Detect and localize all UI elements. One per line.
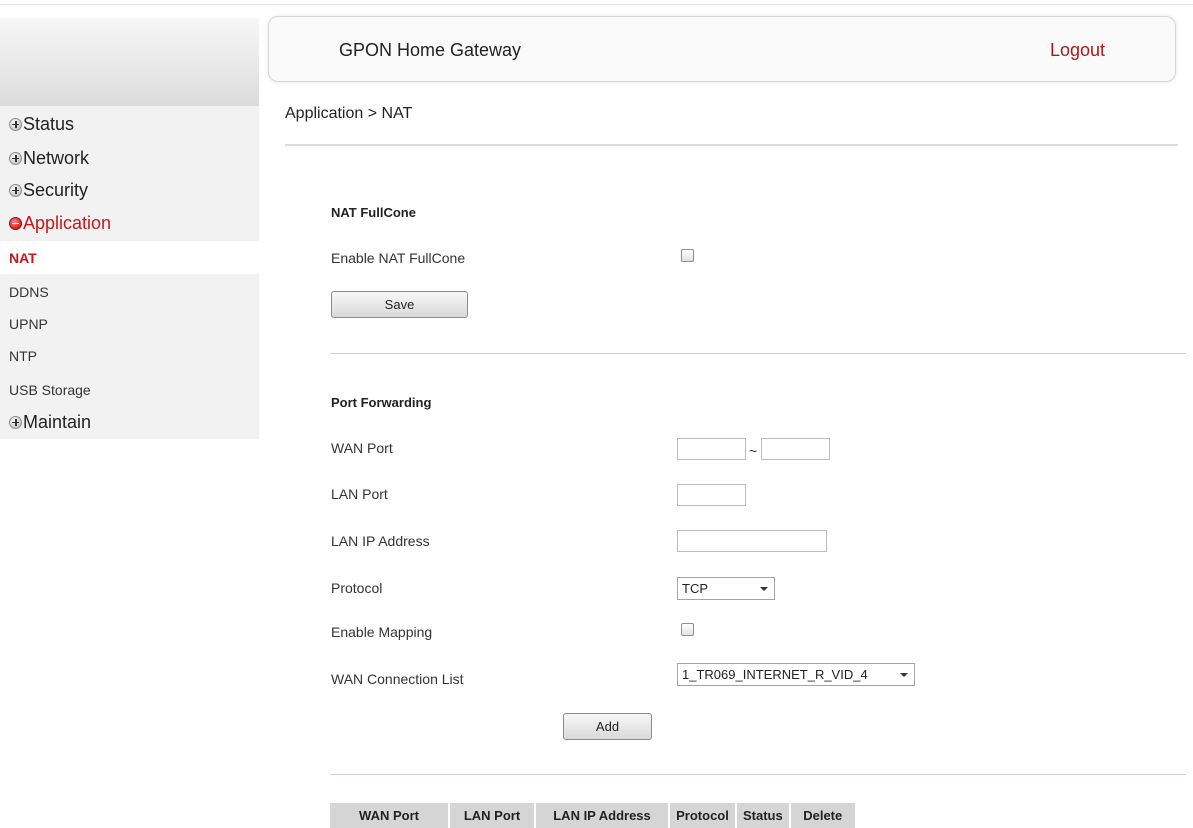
wan-port-label: WAN Port — [331, 440, 393, 456]
chevron-down-icon — [900, 673, 908, 677]
sidebar-item-label: Application — [23, 212, 112, 233]
page-title: GPON Home Gateway — [339, 40, 522, 60]
divider — [330, 774, 1186, 775]
protocol-label: Protocol — [331, 580, 383, 596]
column-header-lan-ip-address: LAN IP Address — [535, 803, 670, 828]
logout-link[interactable]: Logout — [1050, 40, 1105, 61]
sidebar-item-security[interactable]: Security — [9, 179, 88, 201]
enable-mapping-checkbox[interactable] — [681, 623, 694, 636]
wan-port-start-input[interactable] — [677, 438, 746, 460]
enable-mapping-label: Enable Mapping — [331, 624, 433, 640]
column-header-status: Status — [736, 803, 791, 828]
save-button[interactable]: Save — [331, 291, 468, 318]
enable-nat-fullcone-label: Enable NAT FullCone — [331, 250, 466, 266]
wan-connection-list-value: 1_TR069_INTERNET_R_VID_4 — [682, 667, 868, 682]
sidebar-item-label: Maintain — [23, 411, 92, 432]
divider — [330, 353, 1186, 354]
sidebar-item-application[interactable]: Application — [9, 212, 111, 234]
section-title-port-forwarding: Port Forwarding — [331, 395, 432, 410]
wan-connection-list-select[interactable]: 1_TR069_INTERNET_R_VID_4 — [677, 663, 915, 686]
sidebar-subitem-ddns[interactable]: DDNS — [9, 284, 49, 300]
sidebar-subitem-upnp[interactable]: UPNP — [9, 316, 48, 332]
column-header-protocol: Protocol — [669, 803, 737, 828]
top-divider — [0, 4, 1193, 5]
table-header-row: WAN Port LAN Port LAN IP Address Protoco… — [330, 803, 857, 828]
lan-ip-address-input[interactable] — [677, 530, 827, 552]
expand-icon — [9, 151, 22, 165]
column-header-delete: Delete — [789, 803, 857, 828]
section-title-nat-fullcone: NAT FullCone — [331, 205, 416, 220]
expand-icon — [9, 415, 22, 429]
column-header-wan-port: WAN Port — [330, 803, 450, 828]
sidebar-subitem-usb-storage[interactable]: USB Storage — [9, 382, 91, 398]
column-header-lan-port: LAN Port — [449, 803, 536, 828]
protocol-select-value: TCP — [682, 581, 708, 596]
divider — [285, 144, 1178, 146]
sidebar-item-label: Network — [23, 147, 90, 168]
lan-ip-address-label: LAN IP Address — [331, 533, 430, 549]
wan-port-separator: ~ — [749, 443, 758, 459]
enable-nat-fullcone-checkbox[interactable] — [681, 249, 694, 262]
wan-port-end-input[interactable] — [761, 438, 830, 460]
wan-connection-list-label: WAN Connection List — [331, 671, 464, 687]
sidebar-item-maintain[interactable]: Maintain — [9, 411, 91, 433]
protocol-select[interactable]: TCP — [677, 577, 775, 600]
sidebar-subitem-nat[interactable]: NAT — [9, 250, 37, 266]
port-forwarding-table: WAN Port LAN Port LAN IP Address Protoco… — [330, 803, 857, 828]
breadcrumb: Application > NAT — [285, 105, 413, 122]
sidebar-logo-area — [0, 18, 259, 106]
add-button[interactable]: Add — [563, 713, 652, 740]
chevron-down-icon — [760, 587, 768, 591]
sidebar-active-highlight — [0, 241, 259, 274]
collapse-icon — [9, 216, 22, 230]
expand-icon — [9, 117, 22, 131]
sidebar-item-label: Status — [23, 113, 75, 134]
sidebar-item-network[interactable]: Network — [9, 147, 89, 169]
sidebar-item-label: Security — [23, 179, 89, 200]
sidebar-subitem-ntp[interactable]: NTP — [9, 348, 37, 364]
sidebar: Status Network Security Application NAT … — [0, 18, 259, 439]
sidebar-item-status[interactable]: Status — [9, 113, 74, 135]
header-bar: GPON Home Gateway Logout — [268, 16, 1176, 82]
lan-port-input[interactable] — [677, 484, 746, 506]
expand-icon — [9, 183, 22, 197]
lan-port-label: LAN Port — [331, 486, 388, 502]
